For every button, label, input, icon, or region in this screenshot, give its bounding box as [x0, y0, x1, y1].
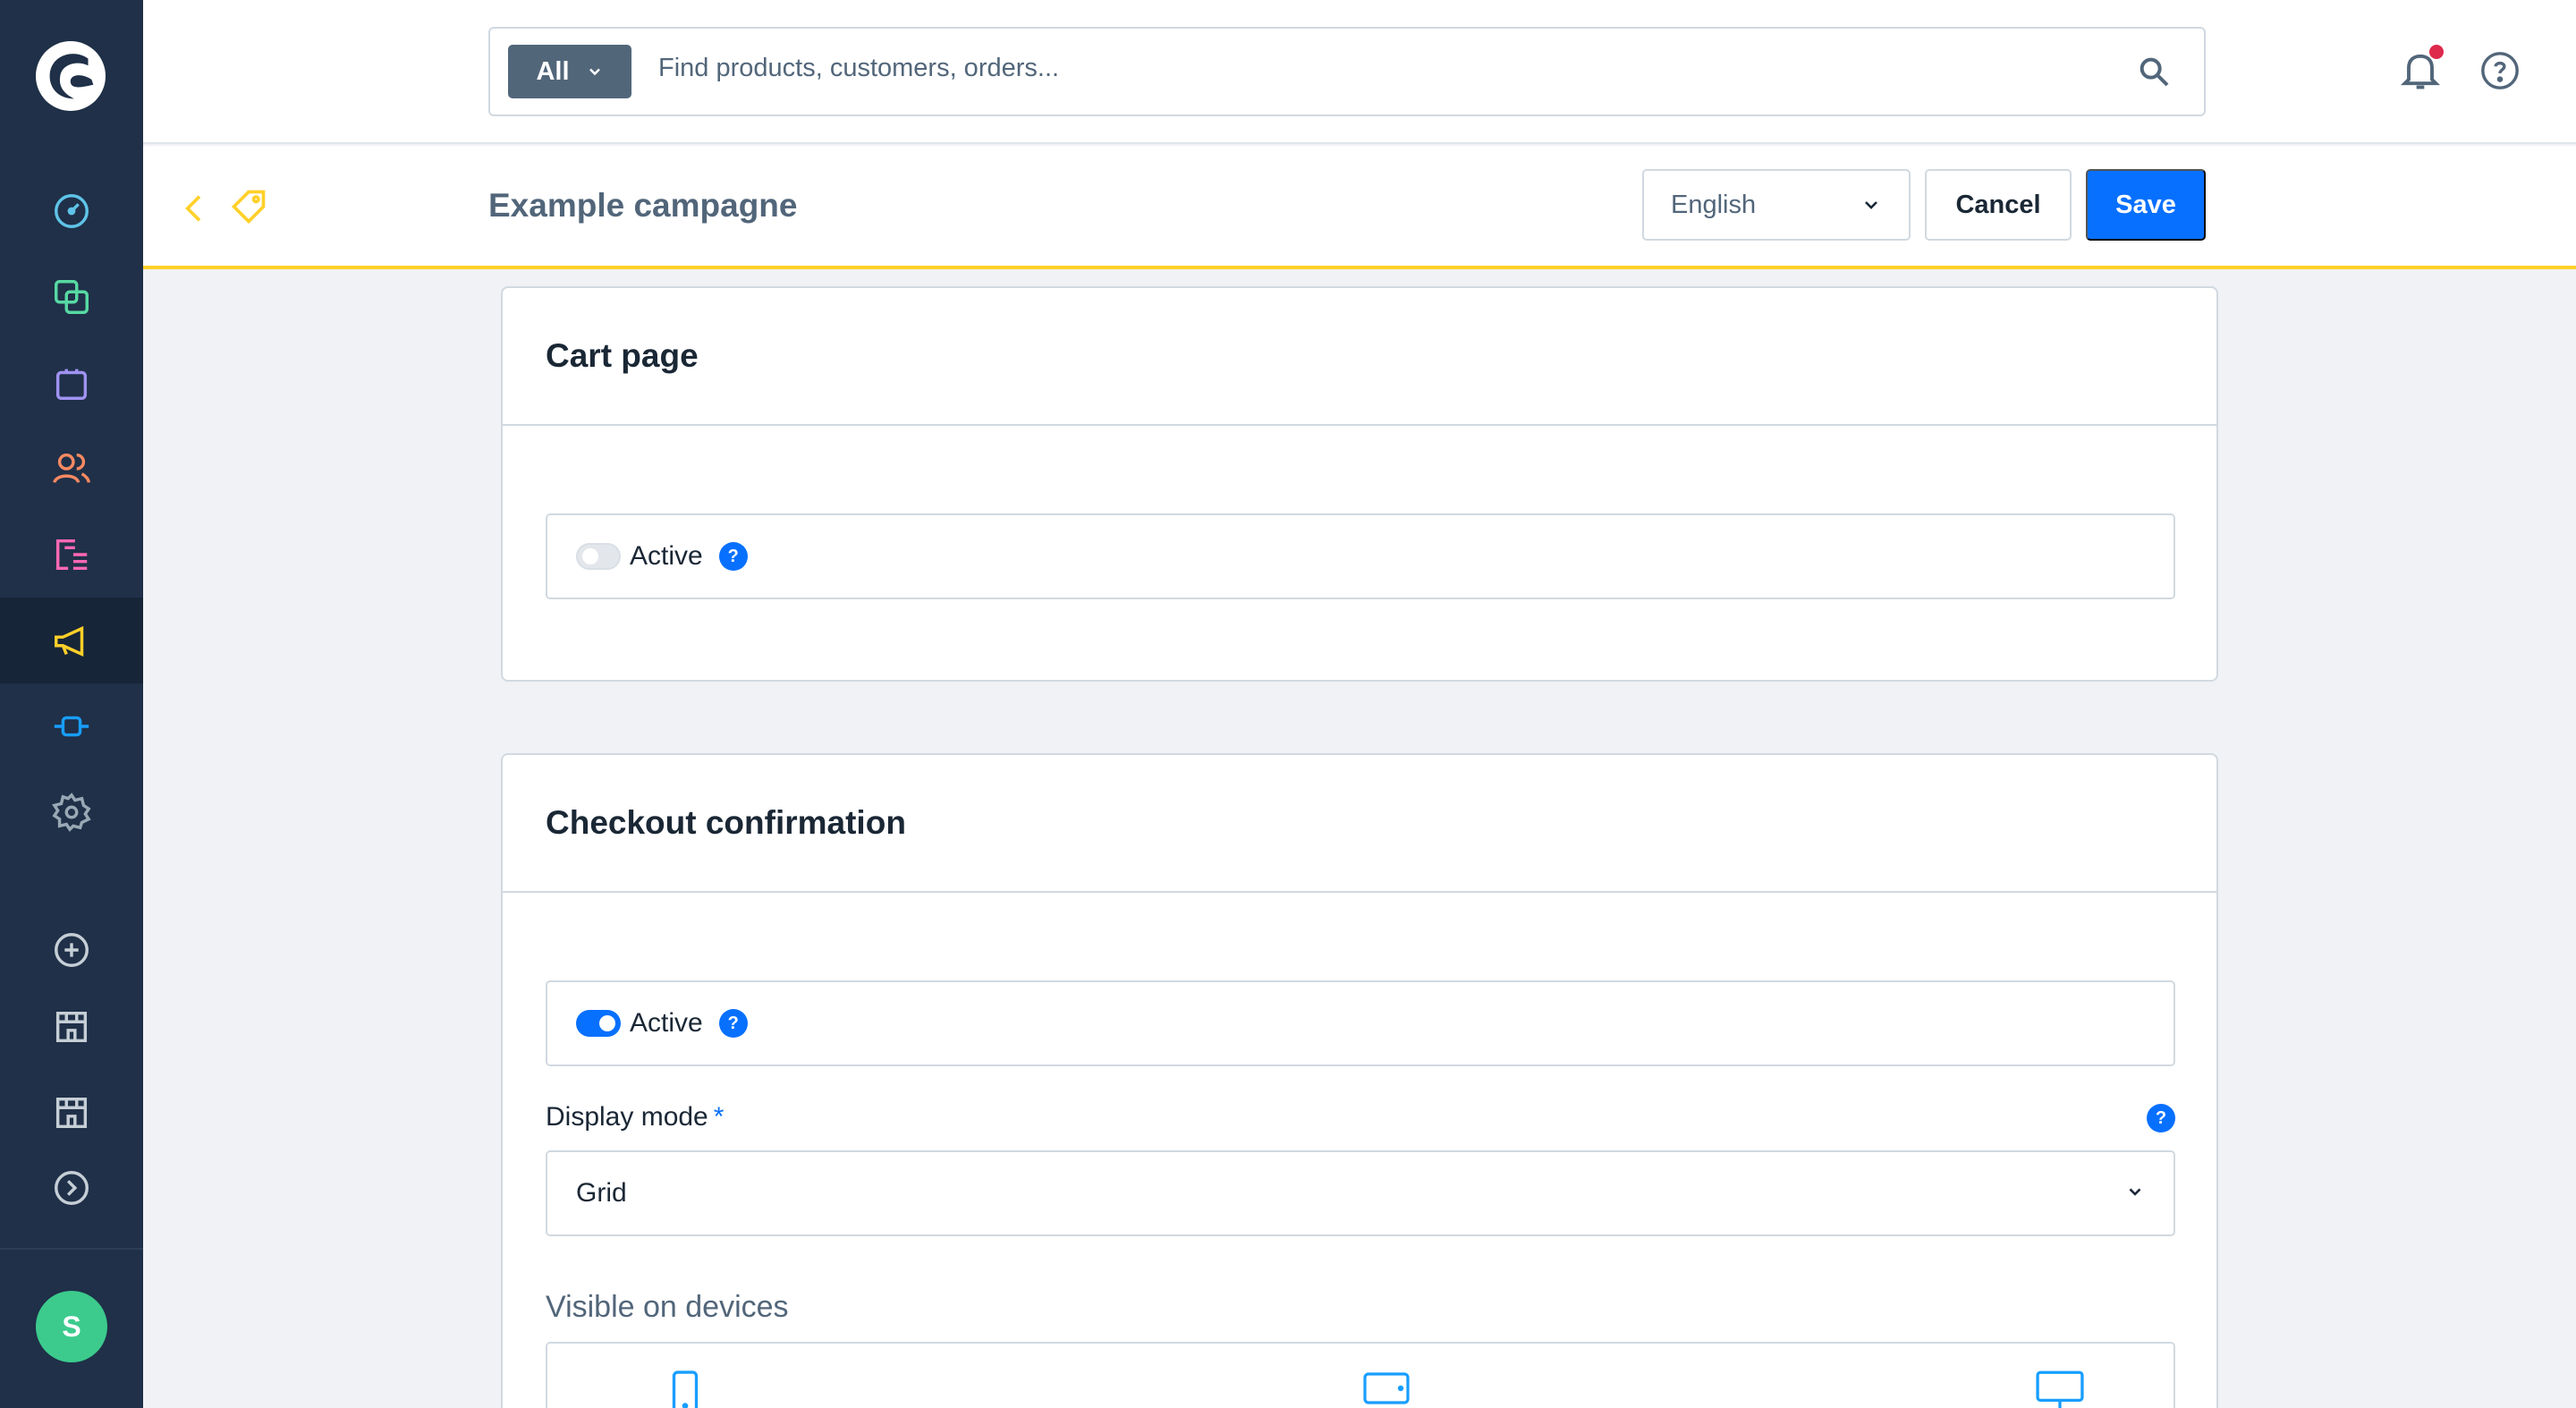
help-tooltip-icon[interactable]: ? [718, 542, 748, 571]
search-icon[interactable] [2136, 54, 2172, 89]
help-tooltip-icon[interactable]: ? [718, 1009, 748, 1038]
display-mode-select[interactable]: Grid [546, 1150, 2175, 1236]
nav-customers[interactable] [0, 426, 143, 512]
user-avatar[interactable]: S [36, 1291, 107, 1362]
nav-add-sales-channel[interactable] [0, 907, 143, 993]
global-search[interactable]: All Find products, customers, orders... [488, 27, 2206, 116]
language-select[interactable]: English [1642, 169, 1911, 241]
content-icon [55, 539, 88, 571]
shopware-logo-icon[interactable] [36, 41, 106, 111]
checkout-active-field: Active ? [546, 980, 2175, 1066]
visible-on-devices-label: Visible on devices [546, 1290, 789, 1324]
card-title: Cart page [546, 337, 699, 374]
top-bar: All Find products, customers, orders... [143, 0, 2576, 144]
cart-active-toggle[interactable] [576, 543, 621, 570]
marketing-icon [55, 625, 84, 657]
expand-icon [55, 1171, 89, 1205]
device-visibility-picker [546, 1342, 2175, 1408]
notification-badge [2429, 45, 2444, 59]
cancel-button[interactable]: Cancel [1925, 169, 2072, 241]
checkout-confirmation-card: Checkout confirmation Active ? Display m… [501, 753, 2218, 1408]
card-header: Checkout confirmation [503, 755, 2216, 893]
language-value: English [1671, 190, 1757, 219]
nav-dashboard[interactable] [0, 168, 143, 254]
nav-settings[interactable] [0, 769, 143, 855]
chevron-down-icon [1865, 201, 1877, 209]
active-label: Active [630, 1008, 703, 1038]
nav-catalog[interactable] [0, 254, 143, 340]
sidebar-divider [0, 1248, 143, 1250]
search-input[interactable]: Find products, customers, orders... [658, 54, 1059, 83]
search-type-label: All [536, 56, 570, 86]
back-arrow-icon[interactable] [177, 191, 213, 226]
tag-icon [231, 190, 266, 225]
save-button[interactable]: Save [2086, 169, 2206, 241]
desktop-device-icon[interactable] [2036, 1370, 2084, 1408]
mobile-device-icon[interactable] [667, 1370, 703, 1408]
display-mode-help-icon[interactable]: ? [2147, 1104, 2175, 1132]
customers-icon [53, 453, 90, 484]
add-sales-channel-icon [55, 933, 89, 967]
card-title: Checkout confirmation [546, 804, 906, 841]
nav-extensions[interactable] [0, 683, 143, 769]
cart-active-field: Active ? [546, 513, 2175, 599]
admin-sidebar: S [0, 0, 143, 1408]
storefront-icon [55, 1011, 88, 1043]
checkout-active-toggle[interactable] [576, 1010, 621, 1037]
nav-orders[interactable] [0, 340, 143, 426]
search-type-select[interactable]: All [508, 45, 631, 98]
active-label: Active [630, 541, 703, 571]
chevron-down-icon [2129, 1188, 2141, 1196]
help-icon[interactable] [2479, 50, 2521, 91]
dashboard-icon [55, 194, 89, 228]
nav-expand[interactable] [0, 1145, 143, 1231]
catalog-icon [55, 280, 89, 314]
nav-marketing[interactable] [0, 598, 143, 683]
page-title: Example campagne [488, 187, 798, 224]
settings-icon [52, 793, 91, 832]
display-mode-label: Display mode * [546, 1102, 724, 1132]
required-mark: * [713, 1102, 724, 1132]
nav-sales-channel-2[interactable] [0, 1070, 143, 1156]
orders-icon [55, 369, 88, 400]
nav-sales-channel-1[interactable] [0, 984, 143, 1070]
cart-page-card: Cart page Active ? [501, 286, 2218, 682]
card-header: Cart page [503, 288, 2216, 426]
smart-bar: Example campagne English Cancel Save [143, 146, 2576, 269]
nav-content[interactable] [0, 512, 143, 598]
tablet-device-icon[interactable] [1363, 1370, 1410, 1406]
display-mode-label-text: Display mode [546, 1102, 708, 1132]
extensions-icon [54, 716, 89, 737]
display-mode-value: Grid [576, 1178, 627, 1208]
storefront-icon [55, 1097, 88, 1129]
chevron-down-icon [589, 68, 600, 76]
